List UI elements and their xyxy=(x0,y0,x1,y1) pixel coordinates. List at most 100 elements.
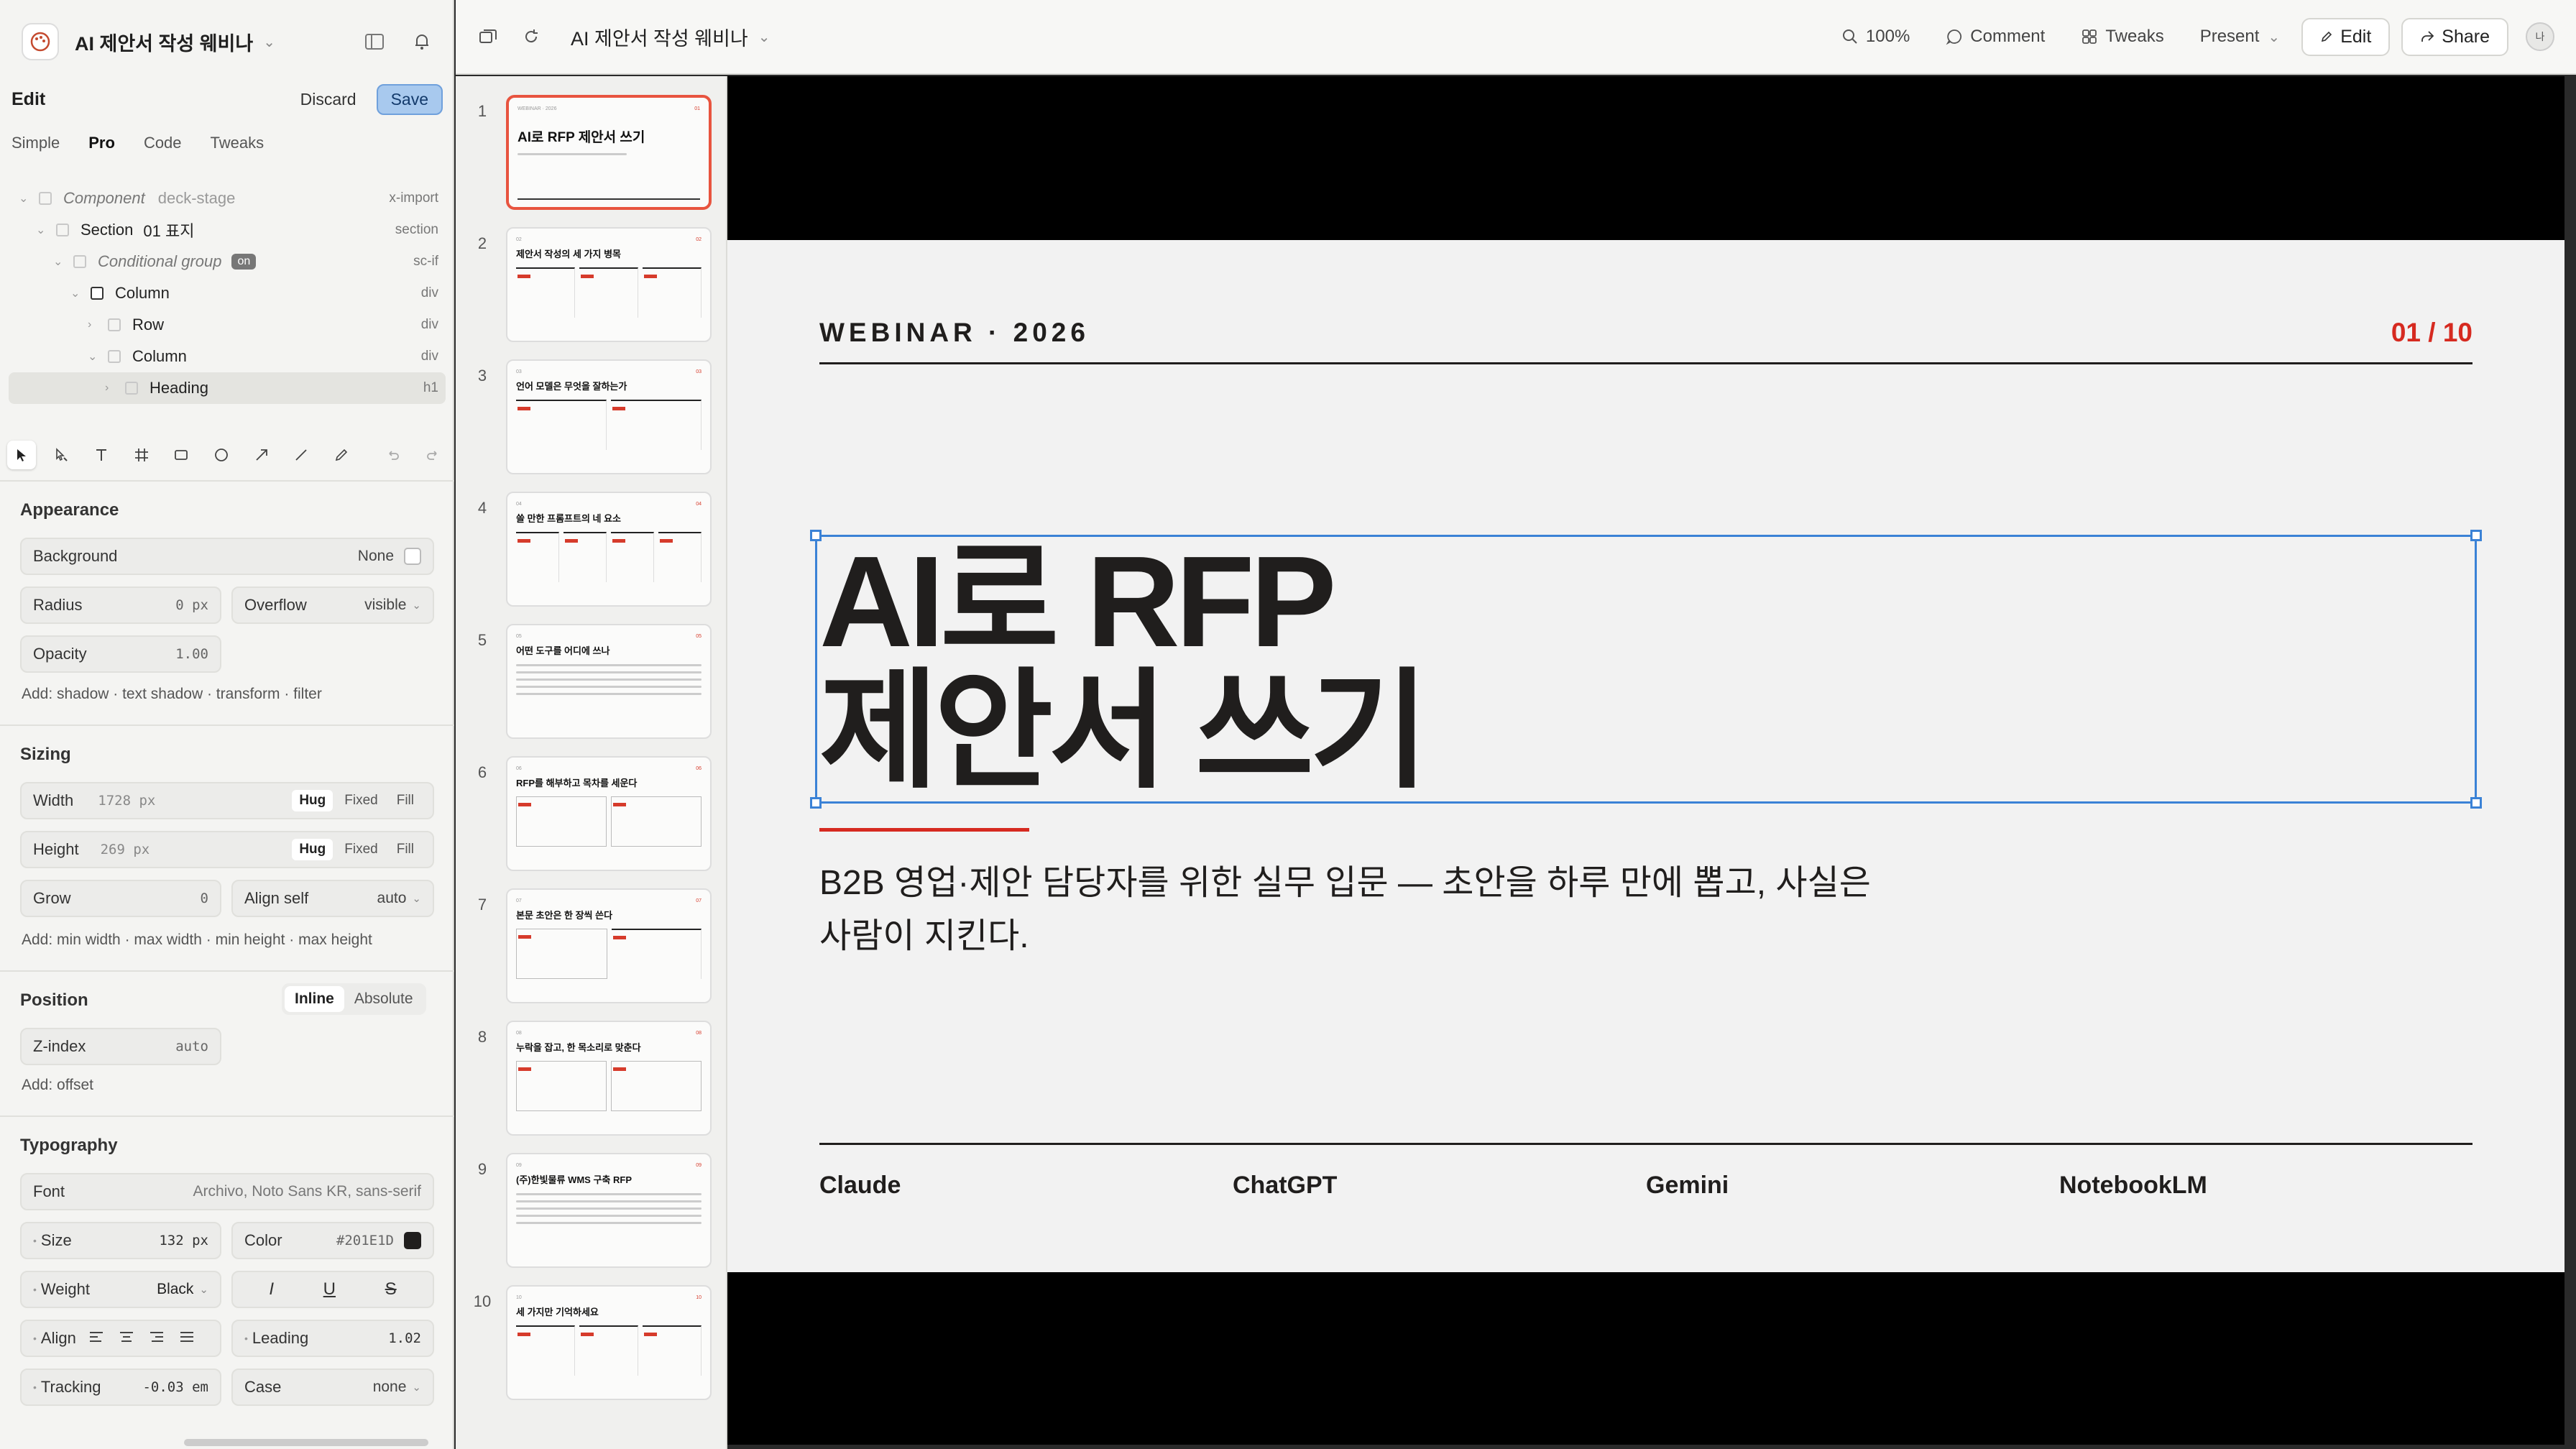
strikethrough-button[interactable]: S xyxy=(385,1279,397,1300)
tab-pro[interactable]: Pro xyxy=(88,134,115,152)
appearance-add-hint[interactable]: Add: shadow · text shadow · transform · … xyxy=(22,686,322,703)
color-swatch[interactable] xyxy=(404,548,421,565)
layers-icon[interactable] xyxy=(477,26,499,47)
color-field[interactable]: Color #201E1D xyxy=(231,1222,434,1259)
zindex-field[interactable]: Z-index auto xyxy=(20,1028,221,1065)
tree-row-heading[interactable]: › Heading h1 xyxy=(9,372,446,404)
font-field[interactable]: Font Archivo, Noto Sans KR, sans-serif xyxy=(20,1173,434,1210)
italic-button[interactable]: I xyxy=(269,1279,274,1300)
tree-row-column[interactable]: ⌄ Column div xyxy=(0,277,454,309)
tree-row-column-inner[interactable]: ⌄ Column div xyxy=(0,341,454,372)
tool-notebooklm[interactable]: NotebookLM xyxy=(2059,1172,2472,1200)
pencil-tool-icon[interactable] xyxy=(327,441,356,469)
thumbnail-card[interactable]: 07 07 본문 초안은 한 장씩 쓴다 xyxy=(506,888,712,1003)
tool-claude[interactable]: Claude xyxy=(819,1172,1233,1200)
share-button[interactable]: Share xyxy=(2401,17,2508,56)
chevron-down-icon[interactable]: ⌄ xyxy=(36,223,52,237)
thumbnail-card[interactable]: 10 10 세 가지만 기억하세요 xyxy=(506,1285,712,1400)
color-swatch[interactable] xyxy=(404,1232,421,1249)
avatar[interactable]: 나 xyxy=(2526,22,2554,51)
resize-handle[interactable] xyxy=(810,797,822,809)
background-field[interactable]: Background None xyxy=(20,538,434,575)
thumbnail-card[interactable]: 06 06 RFP를 해부하고 목차를 세운다 xyxy=(506,756,712,871)
position-add-hint[interactable]: Add: offset xyxy=(22,1077,93,1094)
save-button[interactable]: Save xyxy=(376,83,443,115)
leading-field[interactable]: • Leading 1.02 xyxy=(231,1320,434,1357)
absolute-option[interactable]: Absolute xyxy=(344,986,423,1012)
chevron-right-icon[interactable]: › xyxy=(105,382,121,395)
thumbnail-item[interactable]: 4 04 04 쓸 만한 프롬프트의 네 요소 xyxy=(456,489,726,621)
hug-option[interactable]: Hug xyxy=(292,839,334,860)
thumbnail-item[interactable]: 7 07 07 본문 초안은 한 장씩 쓴다 xyxy=(456,886,726,1018)
line-tool-icon[interactable] xyxy=(287,441,316,469)
thumbnail-card[interactable]: 09 09 (주)한빛물류 WMS 구축 RFP xyxy=(506,1153,712,1268)
inline-option[interactable]: Inline xyxy=(285,986,344,1012)
tool-gemini[interactable]: Gemini xyxy=(1646,1172,2059,1200)
tree-row-component[interactable]: ⌄ Component deck-stage x-import xyxy=(0,183,454,214)
redo-icon[interactable] xyxy=(418,441,447,469)
notifications-icon[interactable] xyxy=(411,31,433,52)
thumbnail-item[interactable]: 2 02 02 제안서 작성의 세 가지 병목 xyxy=(456,224,726,356)
thumbnail-item[interactable]: 6 06 06 RFP를 해부하고 목차를 세운다 xyxy=(456,753,726,886)
thumbnail-card[interactable]: WEBINAR · 2026 01 AI로 RFP 제안서 쓰기 xyxy=(506,95,712,210)
align-right-icon[interactable] xyxy=(150,1329,164,1348)
thumbnail-item[interactable]: 10 10 10 세 가지만 기억하세요 xyxy=(456,1282,726,1414)
opacity-field[interactable]: Opacity 1.00 xyxy=(20,635,221,673)
tool-chatgpt[interactable]: ChatGPT xyxy=(1233,1172,1646,1200)
grow-field[interactable]: Grow 0 xyxy=(20,880,221,917)
chevron-down-icon[interactable]: ⌄ xyxy=(19,191,34,206)
thumbnail-card[interactable]: 08 08 누락을 잡고, 한 목소리로 맞춘다 xyxy=(506,1021,712,1136)
chevron-down-icon[interactable]: ⌄ xyxy=(70,286,86,300)
overflow-select[interactable]: Overflow visible ⌄ xyxy=(231,586,434,624)
slide-page-number[interactable]: 01 / 10 xyxy=(2391,318,2472,348)
tab-simple[interactable]: Simple xyxy=(12,134,60,152)
direct-select-tool-icon[interactable] xyxy=(47,441,76,469)
case-select[interactable]: Case none ⌄ xyxy=(231,1368,434,1406)
width-field[interactable]: Width 1728 px Hug Fixed Fill xyxy=(20,782,434,819)
tree-row-row[interactable]: › Row div xyxy=(0,309,454,341)
weight-select[interactable]: • Weight Black ⌄ xyxy=(20,1271,221,1308)
tracking-field[interactable]: • Tracking -0.03 em xyxy=(20,1368,221,1406)
resize-handle[interactable] xyxy=(2470,797,2482,809)
thumbnail-item[interactable]: 5 05 05 어떤 도구를 어디에 쓰나 xyxy=(456,621,726,753)
undo-icon[interactable] xyxy=(379,441,408,469)
thumbnail-card[interactable]: 03 03 언어 모델은 무엇을 잘하는가 xyxy=(506,359,712,474)
palette-logo-icon[interactable] xyxy=(22,23,59,60)
slide-subtitle[interactable]: B2B 영업·제안 담당자를 위한 실무 입문 — 초안을 하루 만에 뽑고, … xyxy=(819,857,1898,964)
comment-button[interactable]: Comment xyxy=(1946,27,2045,47)
align-justify-icon[interactable] xyxy=(180,1329,194,1348)
radius-field[interactable]: Radius 0 px xyxy=(20,586,221,624)
text-tool-icon[interactable] xyxy=(87,441,116,469)
panel-scrollbar[interactable] xyxy=(184,1439,428,1446)
thumbnail-card[interactable]: 04 04 쓸 만한 프롬프트의 네 요소 xyxy=(506,492,712,607)
align-self-select[interactable]: Align self auto ⌄ xyxy=(231,880,434,917)
arrow-tool-icon[interactable] xyxy=(247,441,276,469)
size-field[interactable]: • Size 132 px xyxy=(20,1222,221,1259)
fixed-option[interactable]: Fixed xyxy=(337,790,385,811)
thumbnail-item[interactable]: 9 09 09 (주)한빛물류 WMS 구축 RFP xyxy=(456,1150,726,1282)
discard-button[interactable]: Discard xyxy=(289,84,368,115)
document-title[interactable]: AI 제안서 작성 웨비나 xyxy=(75,28,253,56)
align-left-icon[interactable] xyxy=(89,1329,104,1348)
frame-tool-icon[interactable] xyxy=(127,441,156,469)
refresh-icon[interactable] xyxy=(520,26,542,47)
tweaks-button[interactable]: Tweaks xyxy=(2081,27,2164,47)
thumbnail-item[interactable]: 1 WEBINAR · 2026 01 AI로 RFP 제안서 쓰기 xyxy=(456,92,726,224)
rectangle-tool-icon[interactable] xyxy=(167,441,196,469)
thumbnail-item[interactable]: 8 08 08 누락을 잡고, 한 목소리로 맞춘다 xyxy=(456,1018,726,1150)
selection-box[interactable] xyxy=(810,530,2482,809)
tree-row-conditional-group[interactable]: ⌄ Conditional group on sc-if xyxy=(0,246,454,277)
chevron-right-icon[interactable]: › xyxy=(88,318,104,331)
slide-canvas[interactable]: WEBINAR · 2026 01 / 10 AI로 RFP 제안서 쓰기 B2… xyxy=(727,76,2564,1445)
fill-option[interactable]: Fill xyxy=(390,790,421,811)
slide-1[interactable]: WEBINAR · 2026 01 / 10 AI로 RFP 제안서 쓰기 B2… xyxy=(727,240,2564,1272)
chevron-down-icon[interactable]: ⌄ xyxy=(758,28,770,46)
slide-kicker[interactable]: WEBINAR · 2026 xyxy=(819,318,1090,348)
hug-option[interactable]: Hug xyxy=(292,790,334,811)
chevron-down-icon[interactable]: ⌄ xyxy=(53,254,69,269)
resize-handle[interactable] xyxy=(810,530,822,541)
tree-row-section[interactable]: ⌄ Section 01 표지 section xyxy=(0,214,454,246)
chevron-down-icon[interactable]: ⌄ xyxy=(263,33,275,51)
present-button[interactable]: Present ⌄ xyxy=(2200,27,2280,47)
topbar-doc-title[interactable]: AI 제안서 작성 웨비나 xyxy=(571,23,748,51)
